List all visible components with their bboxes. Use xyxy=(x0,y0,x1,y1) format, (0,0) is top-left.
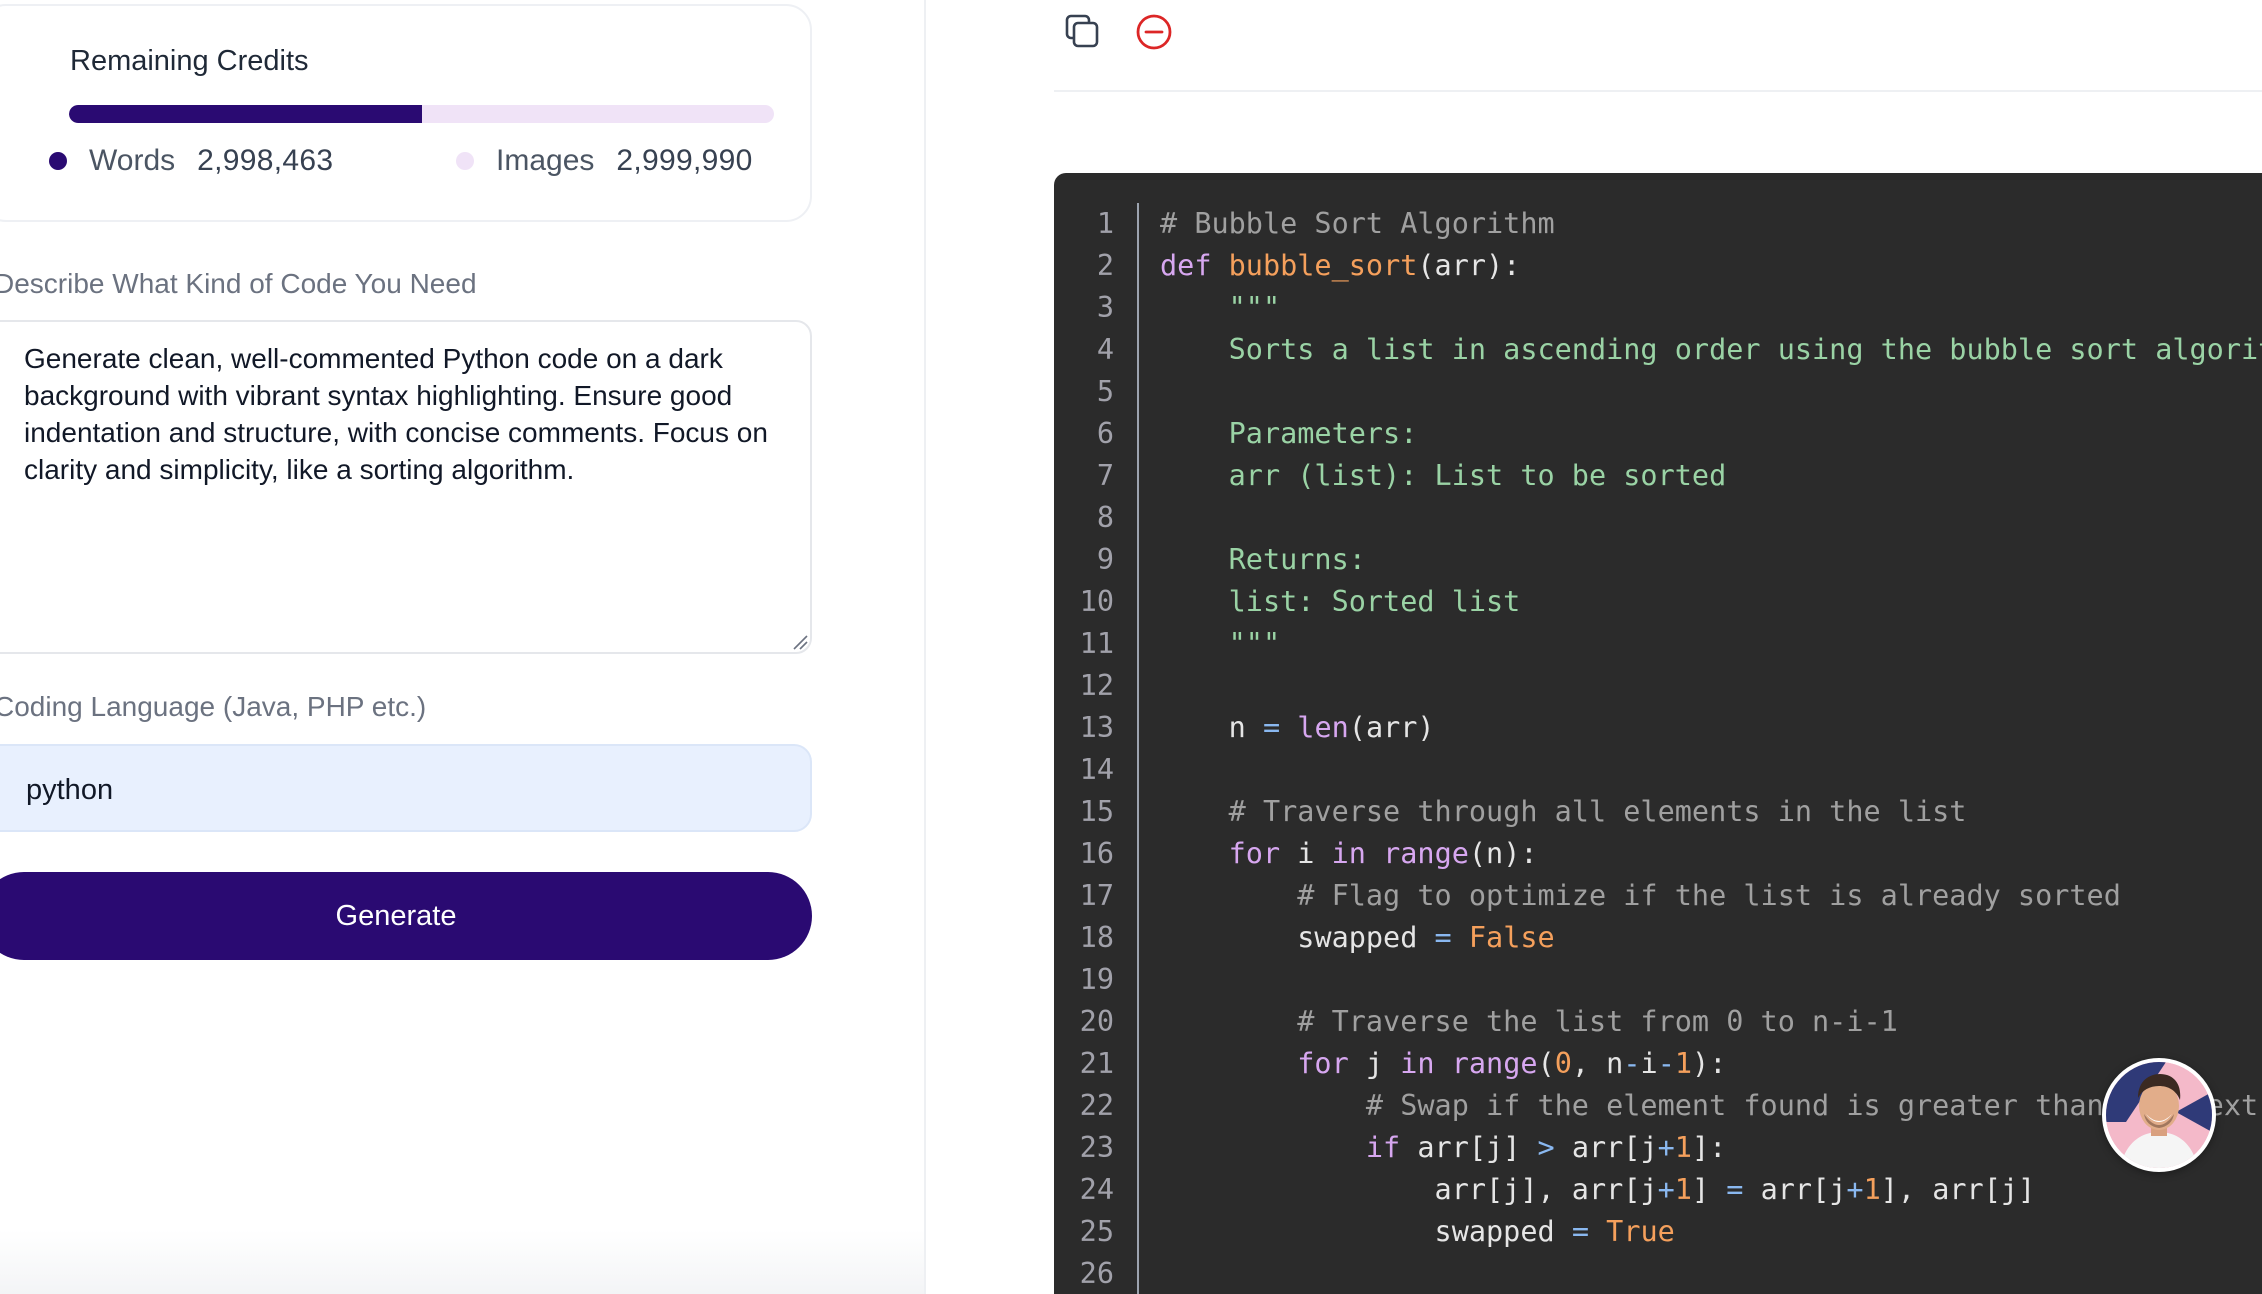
support-avatar[interactable] xyxy=(2102,1058,2216,1172)
code-text: swapped = True xyxy=(1160,1215,1675,1248)
language-value: python xyxy=(26,774,114,806)
line-number: 25 xyxy=(1079,1215,1114,1248)
credits-progress-bar xyxy=(69,105,774,123)
code-text: Sorts a list in ascending order using th… xyxy=(1160,333,2262,366)
images-legend: Images 2,999,990 xyxy=(456,143,753,179)
line-number: 20 xyxy=(1079,1005,1114,1038)
code-text: # Swap if the element found is greater t… xyxy=(1160,1089,2262,1122)
code-line: 25 swapped = True xyxy=(1054,1211,2262,1253)
code-text: Returns: xyxy=(1160,543,1366,576)
code-text: # Traverse the list from 0 to n-i-1 xyxy=(1160,1005,1898,1038)
line-number: 16 xyxy=(1079,837,1114,870)
code-text: swapped = False xyxy=(1160,921,1555,954)
panel-bottom-fade xyxy=(0,1230,925,1294)
code-text: list: Sorted list xyxy=(1160,585,1521,618)
remove-icon[interactable] xyxy=(1134,12,1174,52)
line-number: 6 xyxy=(1096,417,1114,450)
code-line: 11 """ xyxy=(1054,623,2262,665)
line-number: 10 xyxy=(1079,585,1114,618)
code-text: # Traverse through all elements in the l… xyxy=(1160,795,1967,828)
code-line: 4 Sorts a list in ascending order using … xyxy=(1054,329,2262,371)
code-line: 22 # Swap if the element found is greate… xyxy=(1054,1085,2262,1127)
line-number: 9 xyxy=(1096,543,1114,576)
code-line: 16 for i in range(n): xyxy=(1054,833,2262,875)
words-legend: Words 2,998,463 xyxy=(49,143,333,179)
code-text: Parameters: xyxy=(1160,417,1418,450)
code-line: 7 arr (list): List to be sorted xyxy=(1054,455,2262,497)
code-text: for j in range(0, n-i-1): xyxy=(1160,1047,1727,1080)
line-number: 5 xyxy=(1096,375,1114,408)
line-number: 15 xyxy=(1079,795,1114,828)
words-usage-fill xyxy=(69,105,422,123)
line-number: 21 xyxy=(1079,1047,1114,1080)
code-lines: 1 # Bubble Sort Algorithm 2 def bubble_sort… xyxy=(1054,203,2262,1294)
code-editor[interactable]: 1 # Bubble Sort Algorithm 2 def bubble_sort… xyxy=(1054,173,2262,1294)
code-line: 9 Returns: xyxy=(1054,539,2262,581)
code-line: 15 # Traverse through all elements in th… xyxy=(1054,791,2262,833)
resize-handle-icon[interactable] xyxy=(792,634,808,650)
language-label: Coding Language (Java, PHP etc.) xyxy=(0,691,427,722)
code-text: n = len(arr) xyxy=(1160,711,1435,744)
code-line: 2 def bubble_sort(arr): xyxy=(1054,245,2262,287)
code-line: 5 xyxy=(1054,371,2262,413)
code-line: 13 n = len(arr) xyxy=(1054,707,2262,749)
code-text: if arr[j] > arr[j+1]: xyxy=(1160,1131,1727,1164)
line-number: 3 xyxy=(1096,291,1114,324)
code-line: 10 list: Sorted list xyxy=(1054,581,2262,623)
code-line: 26 xyxy=(1054,1253,2262,1294)
person-avatar-icon xyxy=(2106,1062,2212,1168)
code-line: 6 Parameters: xyxy=(1054,413,2262,455)
code-line: 12 xyxy=(1054,665,2262,707)
line-number: 17 xyxy=(1079,879,1114,912)
line-number: 8 xyxy=(1096,501,1114,534)
code-text: def bubble_sort(arr): xyxy=(1160,249,1521,282)
code-line: 23 if arr[j] > arr[j+1]: xyxy=(1054,1127,2262,1169)
images-dot-icon xyxy=(456,152,474,170)
line-number: 12 xyxy=(1079,669,1114,702)
toolbar-divider xyxy=(1054,90,2262,92)
code-text: arr[j], arr[j+1] = arr[j+1], arr[j] xyxy=(1160,1173,2036,1206)
line-number: 26 xyxy=(1079,1257,1114,1290)
words-value: 2,998,463 xyxy=(197,144,334,177)
code-line: 1 # Bubble Sort Algorithm xyxy=(1054,203,2262,245)
images-value: 2,999,990 xyxy=(616,144,753,177)
describe-label: Describe What Kind of Code You Need xyxy=(0,268,477,299)
line-number: 19 xyxy=(1079,963,1114,996)
language-input[interactable] xyxy=(0,744,812,832)
credits-title: Remaining Credits xyxy=(70,45,309,77)
code-line: 14 xyxy=(1054,749,2262,791)
code-line: 24 arr[j], arr[j+1] = arr[j+1], arr[j] xyxy=(1054,1169,2262,1211)
code-line: 21 for j in range(0, n-i-1): xyxy=(1054,1043,2262,1085)
words-dot-icon xyxy=(49,152,67,170)
describe-text: Generate clean, well-commented Python co… xyxy=(24,343,768,485)
line-number: 4 xyxy=(1096,333,1114,366)
line-number: 18 xyxy=(1079,921,1114,954)
line-number: 23 xyxy=(1079,1131,1114,1164)
panel-divider xyxy=(924,0,926,1294)
code-text: """ xyxy=(1160,627,1281,660)
code-text: """ xyxy=(1160,291,1281,324)
line-number: 11 xyxy=(1079,627,1114,660)
code-line: 18 swapped = False xyxy=(1054,917,2262,959)
words-label: Words xyxy=(89,144,176,177)
line-number: 7 xyxy=(1096,459,1114,492)
images-label: Images xyxy=(496,144,595,177)
code-text: # Flag to optimize if the list is alread… xyxy=(1160,879,2121,912)
line-number: 22 xyxy=(1079,1089,1114,1122)
code-line: 20 # Traverse the list from 0 to n-i-1 xyxy=(1054,1001,2262,1043)
code-line: 17 # Flag to optimize if the list is alr… xyxy=(1054,875,2262,917)
code-line: 8 xyxy=(1054,497,2262,539)
line-number: 1 xyxy=(1096,207,1114,240)
line-number: 14 xyxy=(1079,753,1114,786)
line-number: 2 xyxy=(1096,249,1114,282)
line-number: 13 xyxy=(1079,711,1114,744)
code-line: 3 """ xyxy=(1054,287,2262,329)
code-text: # Bubble Sort Algorithm xyxy=(1160,207,1555,240)
code-text: for i in range(n): xyxy=(1160,837,1538,870)
code-text: arr (list): List to be sorted xyxy=(1160,459,1727,492)
code-line: 19 xyxy=(1054,959,2262,1001)
generate-button[interactable]: Generate xyxy=(0,872,812,960)
line-number: 24 xyxy=(1079,1173,1114,1206)
copy-icon[interactable] xyxy=(1062,12,1102,52)
